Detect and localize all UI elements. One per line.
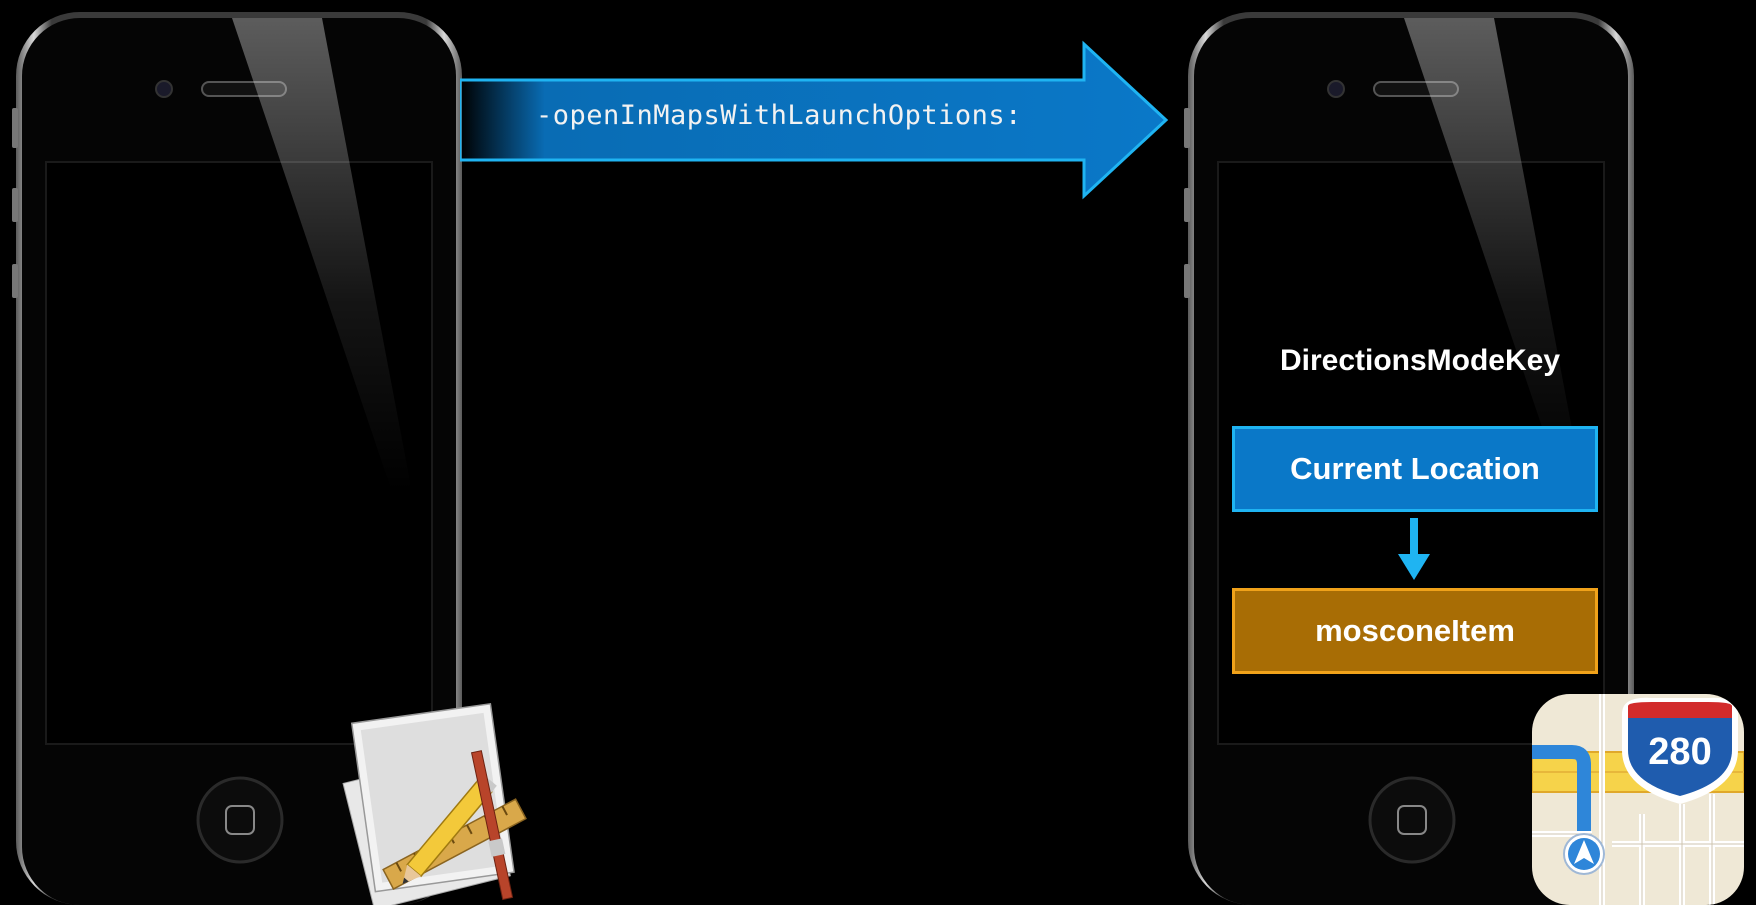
directions-mode-key-label: DirectionsModeKey (1279, 344, 1561, 377)
launch-arrow: -openInMapsWithLaunchOptions: (458, 40, 1180, 200)
method-call-label: -openInMapsWithLaunchOptions: (536, 100, 1022, 131)
maps-app-icon: 280 (1532, 694, 1744, 905)
current-location-box: Current Location (1232, 426, 1598, 512)
moscone-item-box: mosconeItem (1232, 588, 1598, 674)
xcode-app-icon (342, 702, 527, 905)
down-arrow (1398, 518, 1430, 580)
interstate-shield-number: 280 (1648, 731, 1711, 773)
